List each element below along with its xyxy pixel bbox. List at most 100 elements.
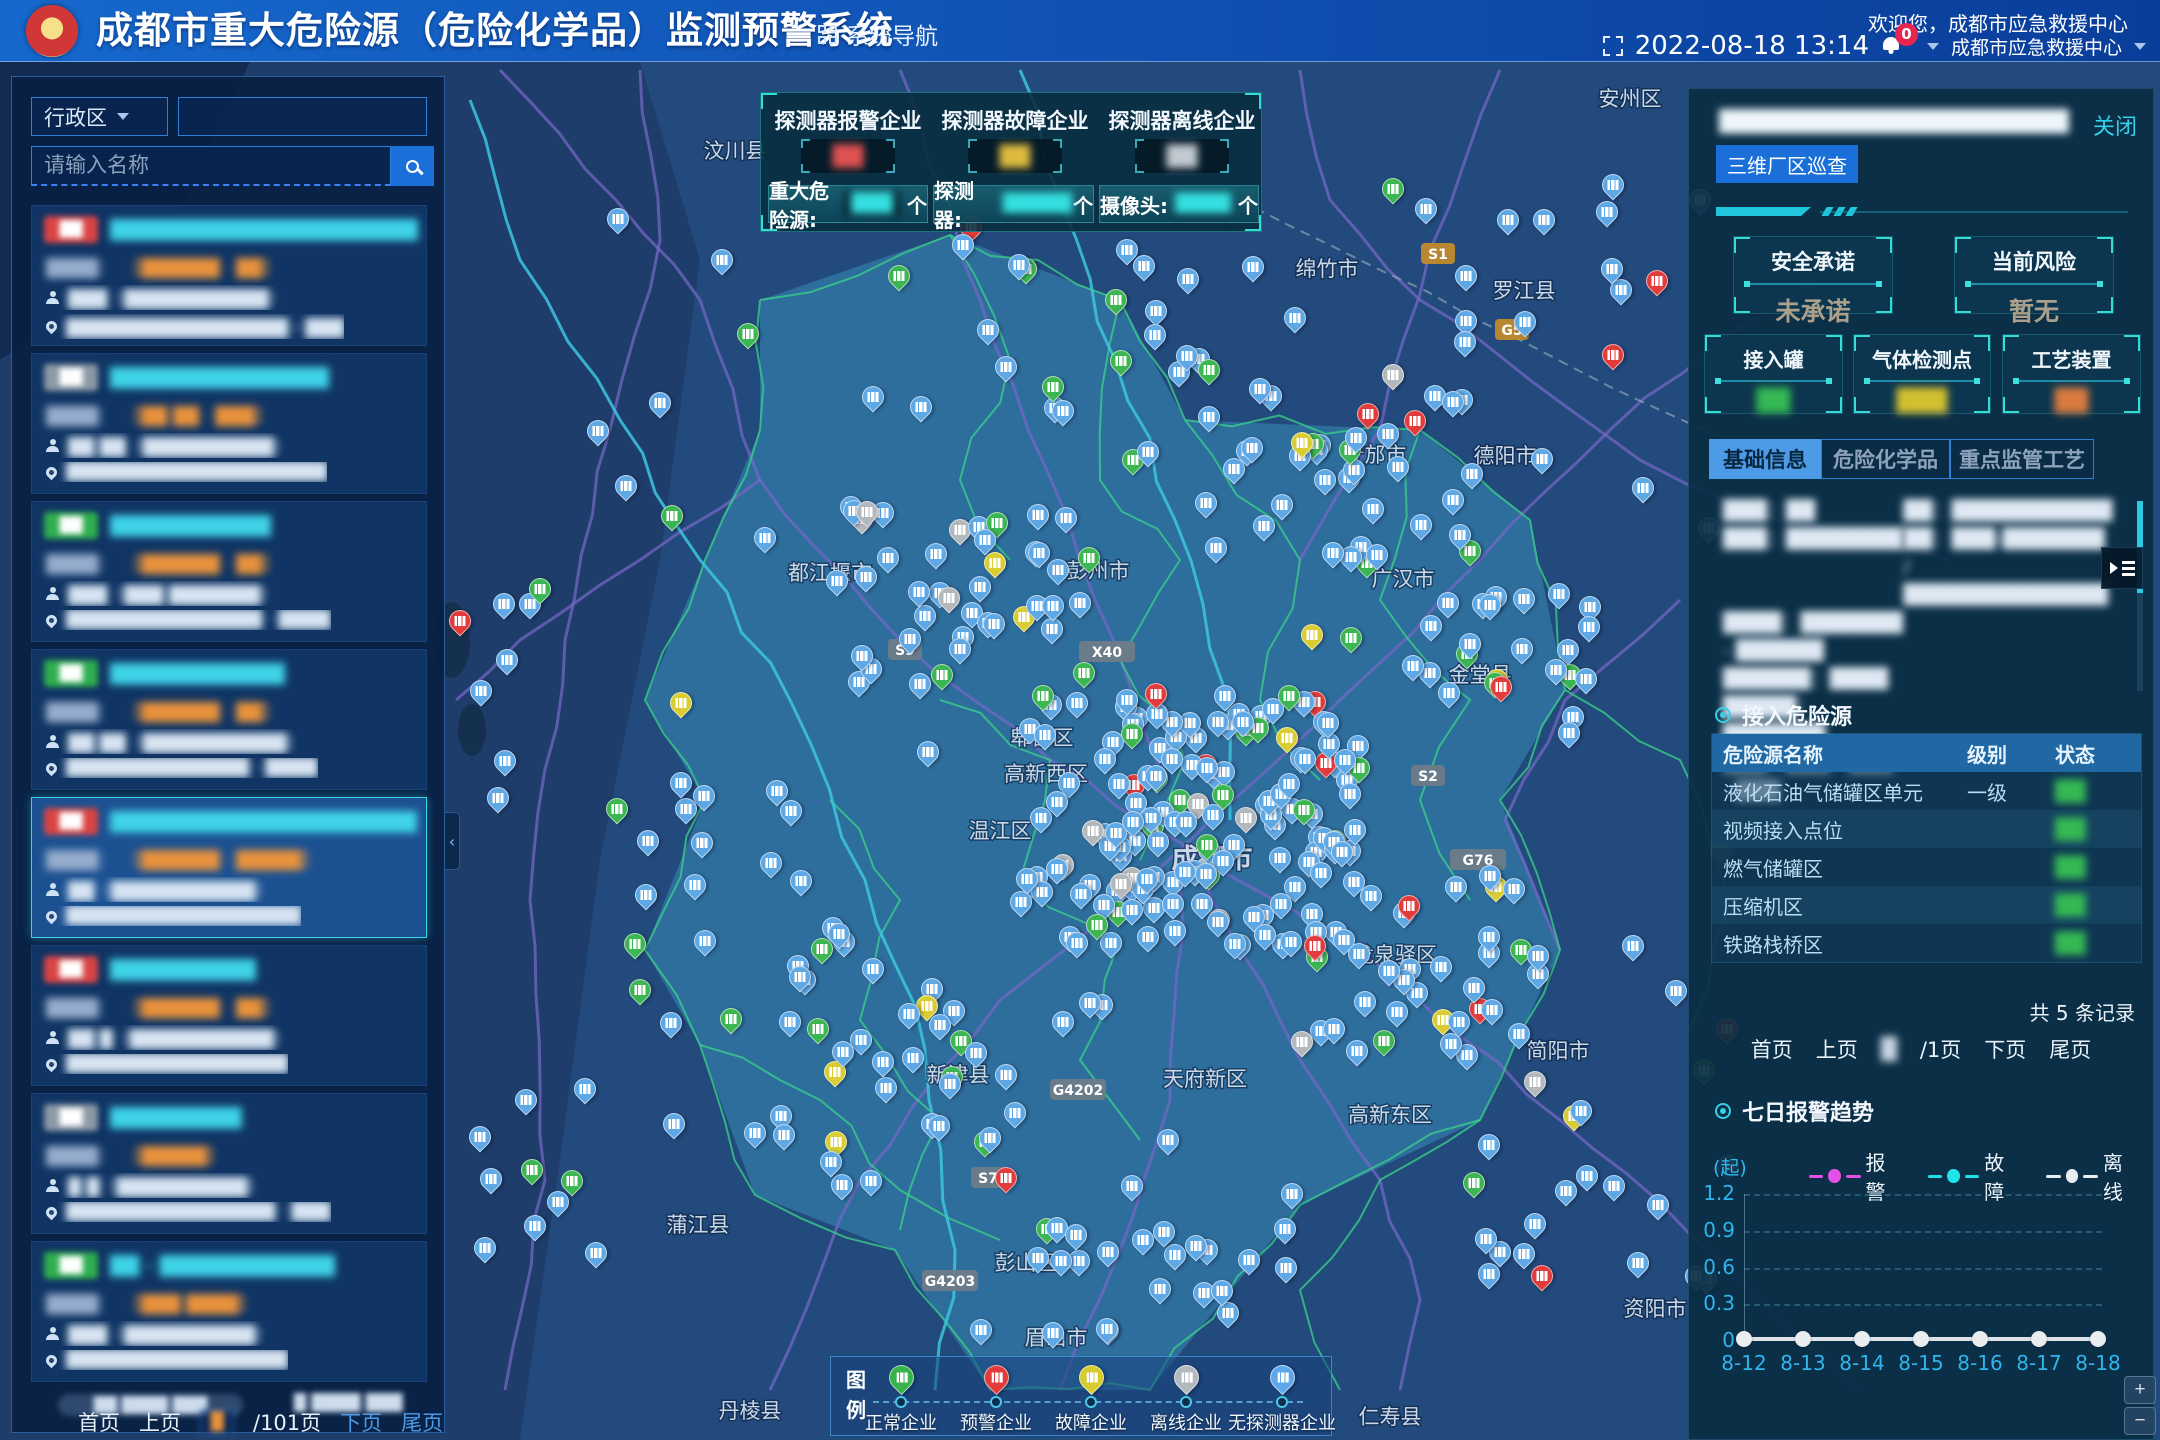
contact-row: ██ ██（███████████） xyxy=(46,729,304,754)
chart-legend-item[interactable]: 报警 xyxy=(1809,1147,1902,1205)
enterprise-type-row: ████：【██████ · ██】 xyxy=(46,698,279,723)
region-value-box[interactable] xyxy=(178,97,427,136)
table-row[interactable]: 压缩机区██ xyxy=(1712,886,2141,924)
contact-row: ███（██████████） xyxy=(46,1321,272,1346)
enterprise-list-item[interactable]: ██████████████████：【██████ · ██】██ ██（██… xyxy=(31,649,427,790)
prev-page-button[interactable]: 上页 xyxy=(1816,1034,1858,1064)
contact-row: ██ ██（██████████） xyxy=(46,433,290,458)
system-nav-button[interactable]: 系统导航 xyxy=(818,17,938,51)
map-legend-panel: 图例 正常企业预警企业故障企业离线企业无探测器企业 xyxy=(830,1356,1332,1436)
last-page-button[interactable]: 尾页 xyxy=(401,1407,443,1437)
chart-data-point[interactable] xyxy=(1736,1331,1752,1347)
hazard-sources-section-header: 接入危险源 xyxy=(1715,699,1852,731)
close-button[interactable]: 关闭 xyxy=(2093,109,2137,141)
contact-row: ███（███ ███████） xyxy=(46,581,277,606)
svg-text:什邡市: 什邡市 xyxy=(1344,443,1407,467)
enterprise-list-item[interactable]: ███████████████：【█████】█ █（██████████）██… xyxy=(31,1093,427,1234)
notification-badge: 0 xyxy=(1895,23,1918,46)
enterprise-list-item[interactable]: ████████████████████████████：【██████ · █… xyxy=(31,205,427,346)
chart-legend-item[interactable]: 故障 xyxy=(1928,1147,2021,1205)
table-row[interactable]: 视频接入点位██ xyxy=(1712,810,2141,848)
prev-page-button[interactable]: 上页 xyxy=(139,1407,181,1437)
table-pagination: 首页 上页 █ /1页 下页 尾页 xyxy=(1689,1034,2153,1064)
table-row[interactable]: 燃气储罐区██ xyxy=(1712,848,2141,886)
enterprise-list-item[interactable]: ████ · ████████████████：【███ ████】███（██… xyxy=(31,1241,427,1382)
collapse-panel-button[interactable] xyxy=(2101,547,2143,589)
info-row: ███：██████████：███-███████ / xyxy=(1723,525,2115,581)
page-title: 成都市重大危险源（危险化学品）监测预警系统 xyxy=(96,0,894,62)
list-pagination: 首页 上页 █ /101页 下页 尾页 xyxy=(78,1407,443,1437)
plant-3d-tour-button[interactable]: 三维厂区巡查 xyxy=(1716,145,1858,183)
info-row: ████：███████ - ██████ xyxy=(1723,609,2115,665)
location-pin-icon xyxy=(46,464,59,480)
chart-data-point[interactable] xyxy=(1913,1331,1929,1347)
offline-enterprises-value[interactable]: ██ xyxy=(1135,139,1229,173)
info-row: ██████████████ xyxy=(1723,581,2115,609)
first-page-button[interactable]: 首页 xyxy=(1751,1034,1793,1064)
header-bar: 成都市重大危险源（危险化学品）监测预警系统 系统导航 欢迎您，成都市应急救援中心… xyxy=(0,0,2160,62)
next-page-button[interactable]: 下页 xyxy=(1984,1034,2026,1064)
table-row[interactable]: 铁路栈桥区██ xyxy=(1712,924,2141,962)
chart-data-point[interactable] xyxy=(1854,1331,1870,1347)
enterprise-name: ██████████ xyxy=(110,959,256,981)
person-icon xyxy=(46,1327,59,1340)
current-user[interactable]: 成都市应急救援中心 xyxy=(1951,33,2122,60)
search-button[interactable] xyxy=(391,146,434,186)
tab-hazardous-chemicals[interactable]: 危险化学品 xyxy=(1821,439,1950,479)
contact-row: ███（███████████） xyxy=(46,285,285,310)
chevron-down-icon[interactable] xyxy=(2134,43,2146,50)
sidebar-collapse-tab[interactable]: ‹ xyxy=(445,812,460,870)
chart-x-tick: 8-18 xyxy=(2070,1351,2126,1375)
alarm-enterprises-value[interactable]: ██ xyxy=(801,139,895,173)
fault-enterprises-value[interactable]: ██ xyxy=(968,139,1062,173)
notification-bell[interactable]: 0 xyxy=(1881,35,1901,57)
address-row: ████████████████ · ███ xyxy=(46,1202,331,1222)
trend-section-header: 七日报警趋势 xyxy=(1715,1095,1874,1127)
location-pin-icon xyxy=(46,1056,59,1072)
enterprise-type-row: ████：【█████】 xyxy=(46,1142,224,1167)
last-page-button[interactable]: 尾页 xyxy=(2049,1034,2091,1064)
svg-text:温江区: 温江区 xyxy=(969,819,1032,843)
enterprise-list-item[interactable]: ███████████████████████████：【██████ · ██… xyxy=(31,797,427,938)
chevron-down-icon[interactable] xyxy=(1927,43,1939,50)
svg-text:高新西区: 高新西区 xyxy=(1004,762,1088,786)
enterprise-list: ████████████████████████████：【██████ · █… xyxy=(12,205,446,1391)
enterprise-list-item[interactable]: █████████████████████：【██ ██ · ███】██ ██… xyxy=(31,353,427,494)
chart-data-point[interactable] xyxy=(1795,1331,1811,1347)
tab-key-processes[interactable]: 重点监管工艺 xyxy=(1950,439,2094,479)
table-row[interactable]: 液化石油气储罐区单元一级██ xyxy=(1712,772,2141,810)
page-input[interactable]: █ xyxy=(1881,1037,1897,1061)
svg-text:X40: X40 xyxy=(1092,645,1123,661)
enterprise-name: █████████████████████ xyxy=(110,811,417,833)
enterprise-name: ██████████████████████ xyxy=(110,219,418,241)
system-nav-label: 系统导航 xyxy=(846,17,938,51)
hazard-sources-table: 危险源名称 级别 状态 液化石油气储罐区单元一级██视频接入点位██燃气储罐区█… xyxy=(1711,733,2142,963)
info-scrollbar[interactable] xyxy=(2137,501,2143,691)
chart-legend-item[interactable]: 离线 xyxy=(2046,1147,2139,1205)
region-select[interactable]: 行政区 xyxy=(31,97,168,136)
search-input[interactable] xyxy=(31,146,391,186)
status-badge: ██ xyxy=(44,660,98,687)
legend-pin-icon xyxy=(1265,1360,1300,1395)
fullscreen-icon[interactable] xyxy=(1603,36,1623,56)
enterprise-list-item[interactable]: ████████████████：【██████ · ██】██ █（█████… xyxy=(31,945,427,1086)
chart-y-tick: 0 xyxy=(1689,1328,1735,1352)
next-page-button[interactable]: 下页 xyxy=(340,1407,382,1437)
page-input[interactable]: █ xyxy=(200,1409,234,1435)
svg-text:都江堰市: 都江堰市 xyxy=(788,561,872,585)
first-page-button[interactable]: 首页 xyxy=(78,1407,120,1437)
zoom-out-button[interactable]: − xyxy=(2124,1407,2156,1435)
zoom-in-button[interactable]: + xyxy=(2124,1376,2156,1404)
chart-gridline xyxy=(1744,1268,2102,1270)
chevron-down-icon xyxy=(117,113,129,120)
header-toolbar: 2022-08-18 13:14 0 成都市应急救援中心 xyxy=(1603,33,2146,59)
chart-data-point[interactable] xyxy=(1972,1331,1988,1347)
chart-data-point[interactable] xyxy=(2090,1331,2106,1347)
svg-text:G4203: G4203 xyxy=(925,1274,975,1290)
tab-basic-info[interactable]: 基础信息 xyxy=(1709,439,1821,479)
current-risk-value: 暂无 xyxy=(1955,292,2113,328)
enterprise-list-item[interactable]: █████████████████：【██████ · ██】███（███ █… xyxy=(31,501,427,642)
chart-x-tick: 8-15 xyxy=(1893,1351,1949,1375)
chart-data-point[interactable] xyxy=(2031,1331,2047,1347)
status-badge: ██ xyxy=(44,512,98,539)
